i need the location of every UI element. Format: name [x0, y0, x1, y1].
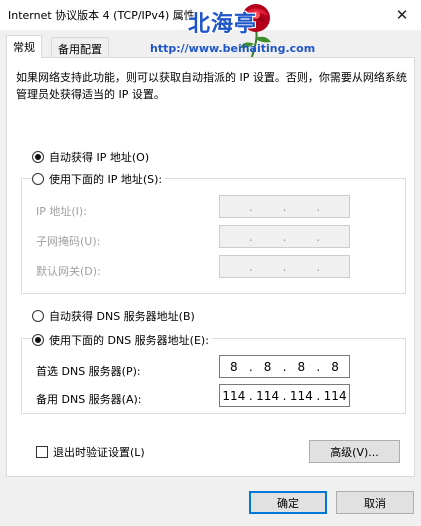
- description-text: 如果网络支持此功能，则可以获取自动指派的 IP 设置。否则，你需要从网络系统管理…: [16, 71, 407, 101]
- auto-ip-radio[interactable]: [32, 151, 44, 163]
- subnet-mask-label: 子网掩码(U):: [36, 235, 101, 248]
- tab-general[interactable]: 常规: [6, 35, 42, 58]
- validate-settings-option[interactable]: 退出时验证设置(L): [36, 444, 145, 460]
- ip-address-label: IP 地址(I):: [36, 205, 87, 218]
- manual-ip-option[interactable]: 使用下面的 IP 地址(S):: [32, 171, 166, 187]
- window-title: Internet 协议版本 4 (TCP/IPv4) 属性: [8, 9, 195, 22]
- alternate-dns-label: 备用 DNS 服务器(A):: [36, 393, 142, 406]
- preferred-dns-input[interactable]: 8. 8. 8. 8: [219, 355, 350, 378]
- watermark-url: http://www.beihaiting.com: [150, 42, 316, 55]
- manual-ip-label: 使用下面的 IP 地址(S):: [49, 173, 163, 186]
- advanced-button[interactable]: 高级(V)...: [309, 440, 400, 463]
- static-ip-group: IP 地址(I): . . . 子网掩码(U): . . . 默认网关(D): …: [21, 178, 406, 294]
- alternate-dns-input[interactable]: 114. 114. 114. 114: [219, 384, 350, 407]
- ip-address-input: . . .: [219, 195, 350, 218]
- manual-ip-radio[interactable]: [32, 173, 44, 185]
- close-icon: ✕: [395, 6, 409, 24]
- subnet-mask-input: . . .: [219, 225, 350, 248]
- validate-settings-checkbox[interactable]: [36, 446, 48, 458]
- default-gateway-label: 默认网关(D):: [36, 265, 101, 278]
- preferred-dns-label: 首选 DNS 服务器(P):: [36, 365, 141, 378]
- tab-alternate-config[interactable]: 备用配置: [51, 37, 109, 57]
- cancel-button[interactable]: 取消: [336, 491, 414, 514]
- auto-dns-option[interactable]: 自动获得 DNS 服务器地址(B): [32, 308, 195, 324]
- manual-dns-option[interactable]: 使用下面的 DNS 服务器地址(E):: [32, 332, 212, 348]
- validate-settings-label: 退出时验证设置(L): [53, 446, 145, 459]
- auto-ip-label: 自动获得 IP 地址(O): [49, 151, 150, 164]
- manual-dns-label: 使用下面的 DNS 服务器地址(E):: [49, 334, 209, 347]
- dns-server-group: 首选 DNS 服务器(P): 8. 8. 8. 8 备用 DNS 服务器(A):…: [21, 338, 406, 414]
- default-gateway-input: . . .: [219, 255, 350, 278]
- close-button[interactable]: ✕: [383, 0, 421, 30]
- auto-dns-label: 自动获得 DNS 服务器地址(B): [49, 310, 195, 323]
- manual-dns-radio[interactable]: [32, 334, 44, 346]
- general-panel: 如果网络支持此功能，则可以获取自动指派的 IP 设置。否则，你需要从网络系统管理…: [6, 57, 415, 477]
- auto-dns-radio[interactable]: [32, 310, 44, 322]
- ok-button[interactable]: 确定: [249, 491, 327, 514]
- auto-ip-option[interactable]: 自动获得 IP 地址(O): [32, 149, 149, 165]
- title-bar: Internet 协议版本 4 (TCP/IPv4) 属性 ✕: [0, 0, 421, 30]
